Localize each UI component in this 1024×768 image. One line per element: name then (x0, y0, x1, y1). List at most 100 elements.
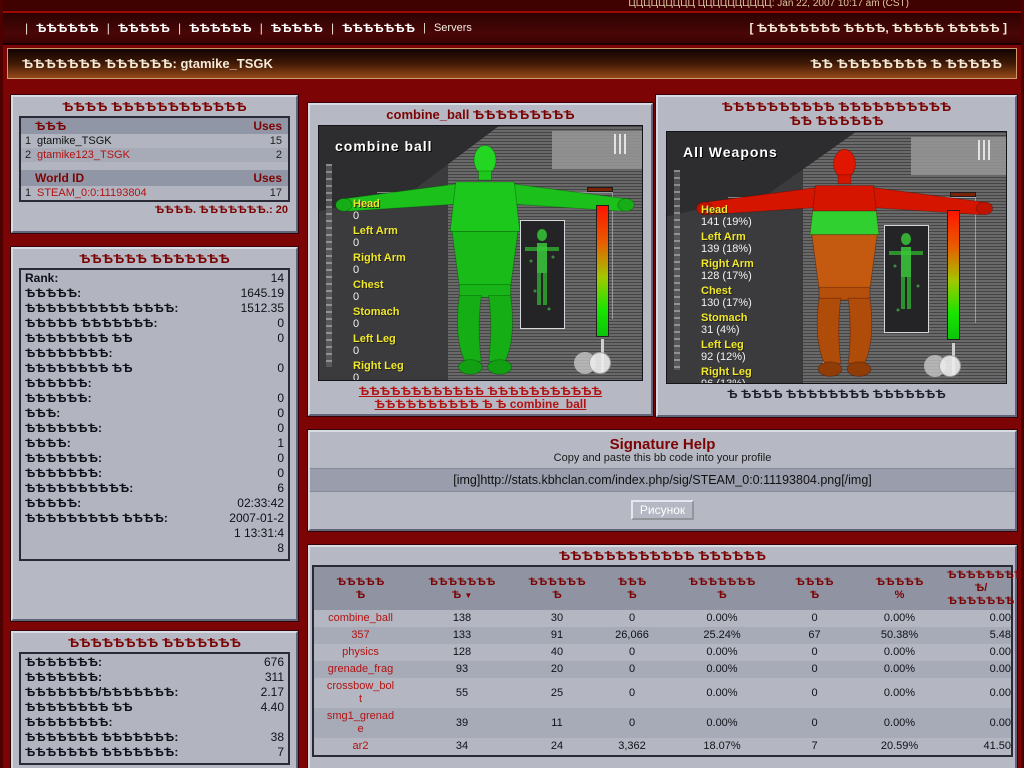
stat-value: 0 (277, 391, 284, 406)
hit-location-value: 0 (353, 372, 406, 381)
hit-location-value: 141 (19%) (701, 216, 754, 228)
weapon-headshots: 67 (777, 629, 852, 642)
stat-label: ѢѢѢѢѢ ѢѢѢѢѢѢѢ: (25, 316, 158, 331)
aliases-total: ѢѢѢѢ. ѢѢѢѢѢѢѢ.: 20 (13, 202, 296, 218)
hit-location-name: Right Leg (701, 366, 754, 378)
hit-location: Right Arm 128 (17%) (701, 258, 754, 282)
hit-location: Right Leg 96 (13%) (701, 366, 754, 384)
hit-location: Head 141 (19%) (701, 204, 754, 228)
weapon-headshot-pct: 50.38% (852, 629, 947, 642)
weapon-name-link[interactable]: combine_ball (326, 612, 396, 625)
column-header-line1: ѢѢѢѢѢѢ (517, 576, 597, 589)
weapon-accuracy: 0.00% (667, 646, 777, 659)
column-header[interactable]: ѢѢѢѢѢ Ѣ (314, 576, 407, 602)
uses-column-header: Uses (253, 119, 282, 133)
nav-item[interactable]: ѢѢѢѢѢѢ (170, 21, 252, 35)
stat-value: 0 (277, 361, 284, 391)
weapon-name-link[interactable]: crossbow_bolt (326, 680, 396, 706)
column-header[interactable]: ѢѢѢѢѢѢ Ѣ (517, 576, 597, 602)
hit-location-name: Stomach (701, 312, 754, 324)
model-label: combine ball (335, 138, 433, 154)
nav-item[interactable]: ѢѢѢѢѢ (99, 21, 170, 35)
worldid-uses: 17 (270, 187, 282, 199)
weapon-name-link[interactable]: smg1_grenade (326, 710, 396, 736)
column-header[interactable]: ѢѢѢѢѢѢѢ Ѣ (667, 576, 777, 602)
hit-location-value: 92 (12%) (701, 351, 754, 363)
weapon-row: grenade_frag 93 20 0 0.00% 0 0.00% 0.00 (314, 661, 1011, 678)
weapon-shots: 0 (597, 646, 667, 659)
column-header-line2: Ѣ (667, 589, 777, 602)
weapon-name-link[interactable]: grenade_frag (326, 663, 396, 676)
stat-row: ѢѢѢѢѢѢѢѢ ѢѢ ѢѢѢѢѢѢ: 0 (21, 361, 288, 391)
stat-row: ѢѢѢѢѢѢѢѢ ѢѢ ѢѢѢѢѢѢѢѢ: 0 (21, 331, 288, 361)
aliases-table: ѢѢѢ Uses 1 gtamike_TSGK 15 2 gtamike123_… (19, 116, 290, 202)
column-header-line1: ѢѢѢѢѢѢѢѢ (947, 569, 1015, 582)
stat-row: ѢѢѢѢѢ: 02:33:42 (21, 496, 288, 511)
weapon-shots: 3,362 (597, 740, 667, 753)
alias-name[interactable]: gtamike123_TSGK (37, 149, 276, 161)
nav-item[interactable]: Servers (415, 22, 472, 34)
total-row: ѢѢѢѢѢѢѢ: 311 (21, 670, 288, 685)
weapon-deaths: 20 (517, 663, 597, 676)
hit-location-name: Head (701, 204, 754, 216)
total-label: ѢѢѢѢѢѢѢ ѢѢѢѢѢѢѢ: (25, 730, 178, 745)
all-weapons-hitbox-image: All Weapons Head 141 (19%) Left Arm 139 … (666, 131, 1007, 384)
column-header[interactable]: ѢѢѢѢѢѢѢ Ѣ ▼ (407, 576, 517, 602)
name-column-header: ѢѢѢ (35, 119, 66, 133)
bbcode-text: [img]http://stats.kbhclan.com/index.php/… (310, 468, 1015, 492)
weapon-headshot-pct: 0.00% (852, 646, 947, 659)
weapon-row: 357 133 91 26,066 25.24% 67 50.38% 5.48 (314, 627, 1011, 644)
total-label: ѢѢѢѢѢѢѢ: (25, 670, 102, 685)
weapon-dmg-per-kill: 0.00 (947, 663, 1015, 676)
total-value: 38 (271, 730, 284, 745)
column-header-line2: Ѣ (314, 589, 407, 602)
alias-uses: 15 (270, 135, 282, 147)
alias-name[interactable]: gtamike_TSGK (37, 135, 270, 147)
hit-location-value: 96 (13%) (701, 378, 754, 384)
nav-links: ѢѢѢѢѢѢѢѢѢѢѢѢѢѢѢѢѢѢѢѢѢѢѢѢѢѢѢѢѢServers (17, 21, 750, 35)
player-stats-panel: ѢѢѢѢѢѢ ѢѢѢѢѢѢѢ Rank: 14 ѢѢѢѢѢ: 1645.19 Ѣ… (11, 247, 298, 621)
weapon-name-link[interactable]: ar2 (326, 740, 396, 753)
table-spacer (21, 162, 288, 170)
nav-login-link[interactable]: [ ѢѢѢѢѢѢѢѢ ѢѢѢѢ, ѢѢѢѢѢ ѢѢѢѢѢ ] (750, 21, 1007, 35)
weapons-table-header-row: ѢѢѢѢѢ Ѣ ѢѢѢѢѢѢѢ Ѣ ▼ ѢѢѢѢѢѢ Ѣ ѢѢѢ (314, 567, 1011, 610)
hit-location-value: 0 (353, 264, 406, 276)
weapon-kills: 128 (407, 646, 517, 659)
hit-location: Stomach 0 (353, 306, 406, 330)
weapons-table-panel: ѢѢѢѢѢѢѢѢѢѢѢѢ ѢѢѢѢѢѢ ѢѢѢѢѢ Ѣ ѢѢѢѢѢѢѢ Ѣ ▼ (308, 545, 1017, 768)
column-header-line1: ѢѢѢѢѢѢѢ (407, 576, 517, 589)
signature-help-subtitle: Copy and paste this bb code into your pr… (310, 452, 1015, 464)
back-to-ranks-link[interactable]: ѢѢ ѢѢѢѢѢѢѢѢ Ѣ ѢѢѢѢѢ (810, 56, 1002, 71)
weapon-headshots: 0 (777, 687, 852, 700)
all-weapons-panel-title: ѢѢѢѢѢѢѢѢѢѢ ѢѢѢѢѢѢѢѢѢѢ ѢѢ ѢѢѢѢѢѢ (711, 97, 963, 130)
stats-page: ЦЦЦЦЦЦЦЦЦ ЦЦЦЦЦЦЦЦЦЦ: Jan 22, 2007 10:17… (0, 0, 1024, 768)
mini-figure-icon (521, 221, 564, 329)
weapon-kills: 55 (407, 687, 517, 700)
steam-id-link[interactable]: STEAM_0:0:11193804 (37, 187, 270, 199)
hit-location: Right Arm 0 (353, 252, 406, 276)
player-stats-title: ѢѢѢѢѢѢ ѢѢѢѢѢѢѢ (13, 249, 296, 268)
column-header[interactable]: ѢѢѢ Ѣ (597, 576, 667, 602)
stat-label: ѢѢѢѢѢ: (25, 286, 81, 301)
stat-value: 0 (277, 316, 284, 331)
ui-circle-buttons-icon (924, 355, 966, 377)
stat-row: ѢѢѢѢѢѢѢ: 0 (21, 466, 288, 481)
nav-item[interactable]: ѢѢѢѢѢѢ (17, 21, 99, 35)
nav-item[interactable]: ѢѢѢѢѢѢѢ (323, 21, 415, 35)
weapon-dmg-per-kill: 0.00 (947, 687, 1015, 700)
column-header[interactable]: ѢѢѢѢѢ % (852, 576, 947, 602)
stat-value: 1512.35 (241, 301, 284, 316)
weapon-name-link[interactable]: physics (326, 646, 396, 659)
weapon-name-link[interactable]: 357 (326, 629, 396, 642)
weapon-dmg-per-kill: 41.50 (947, 740, 1015, 753)
combine-ball-caption-link[interactable]: ѢѢѢѢѢѢѢѢѢѢѢѢ ѢѢѢѢѢѢѢѢѢѢѢ ѢѢѢѢѢѢѢѢѢѢ Ѣ Ѣ … (310, 383, 651, 414)
column-header[interactable]: ѢѢѢѢ Ѣ (777, 576, 852, 602)
hit-location-name: Chest (701, 285, 754, 297)
stat-row: ѢѢѢѢѢ: 1645.19 (21, 286, 288, 301)
all-weapons-panel: ѢѢѢѢѢѢѢѢѢѢ ѢѢѢѢѢѢѢѢѢѢ ѢѢ ѢѢѢѢѢѢ (656, 95, 1017, 417)
picture-button[interactable]: Рисунок (631, 500, 694, 520)
nav-item[interactable]: ѢѢѢѢѢ (252, 21, 323, 35)
column-header[interactable]: ѢѢѢѢѢѢѢѢ Ѣ/ѢѢѢѢѢѢѢ (947, 569, 1015, 608)
stat-row: ѢѢѢ: 0 (21, 406, 288, 421)
top-date-bar: ЦЦЦЦЦЦЦЦЦ ЦЦЦЦЦЦЦЦЦЦ: Jan 22, 2007 10:17… (3, 0, 1021, 11)
